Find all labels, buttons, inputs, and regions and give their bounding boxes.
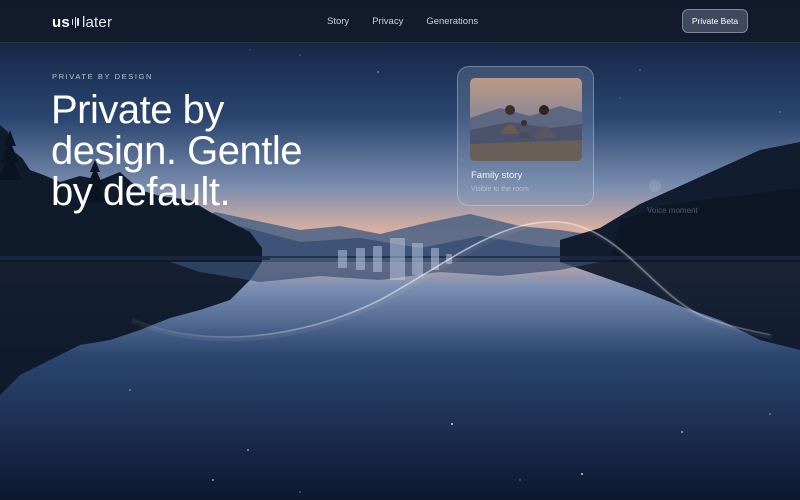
logo-text-us: us <box>52 13 70 31</box>
logo-text-later: later <box>81 13 113 31</box>
nav-link-story[interactable]: Story <box>327 16 349 27</box>
top-navigation-bar: us later Story Privacy Generations Priva… <box>0 0 800 43</box>
nav-links: Story Privacy Generations <box>320 0 501 42</box>
brand-logo[interactable]: us later <box>52 12 112 32</box>
hero-headline: Private by design. Gentle by default. <box>51 88 302 214</box>
voice-moment-label: Voice moment <box>647 206 698 215</box>
voice-moment-card[interactable]: Voice moment <box>645 176 755 224</box>
hero-section: us later Story Privacy Generations Priva… <box>0 0 800 500</box>
family-photo <box>470 78 582 161</box>
card-subtitle: Visible to the room <box>471 186 529 193</box>
hero-eyebrow: PRIVATE BY DESIGN <box>52 72 153 81</box>
logo-waveform-icon <box>71 15 80 29</box>
private-beta-button[interactable]: Private Beta <box>682 9 748 33</box>
nav-link-privacy[interactable]: Privacy <box>372 16 403 27</box>
family-story-card[interactable]: Family story Visible to the room <box>457 66 594 206</box>
microphone-icon <box>649 180 661 192</box>
nav-link-generations[interactable]: Generations <box>426 16 478 27</box>
card-title: Family story <box>471 170 523 181</box>
